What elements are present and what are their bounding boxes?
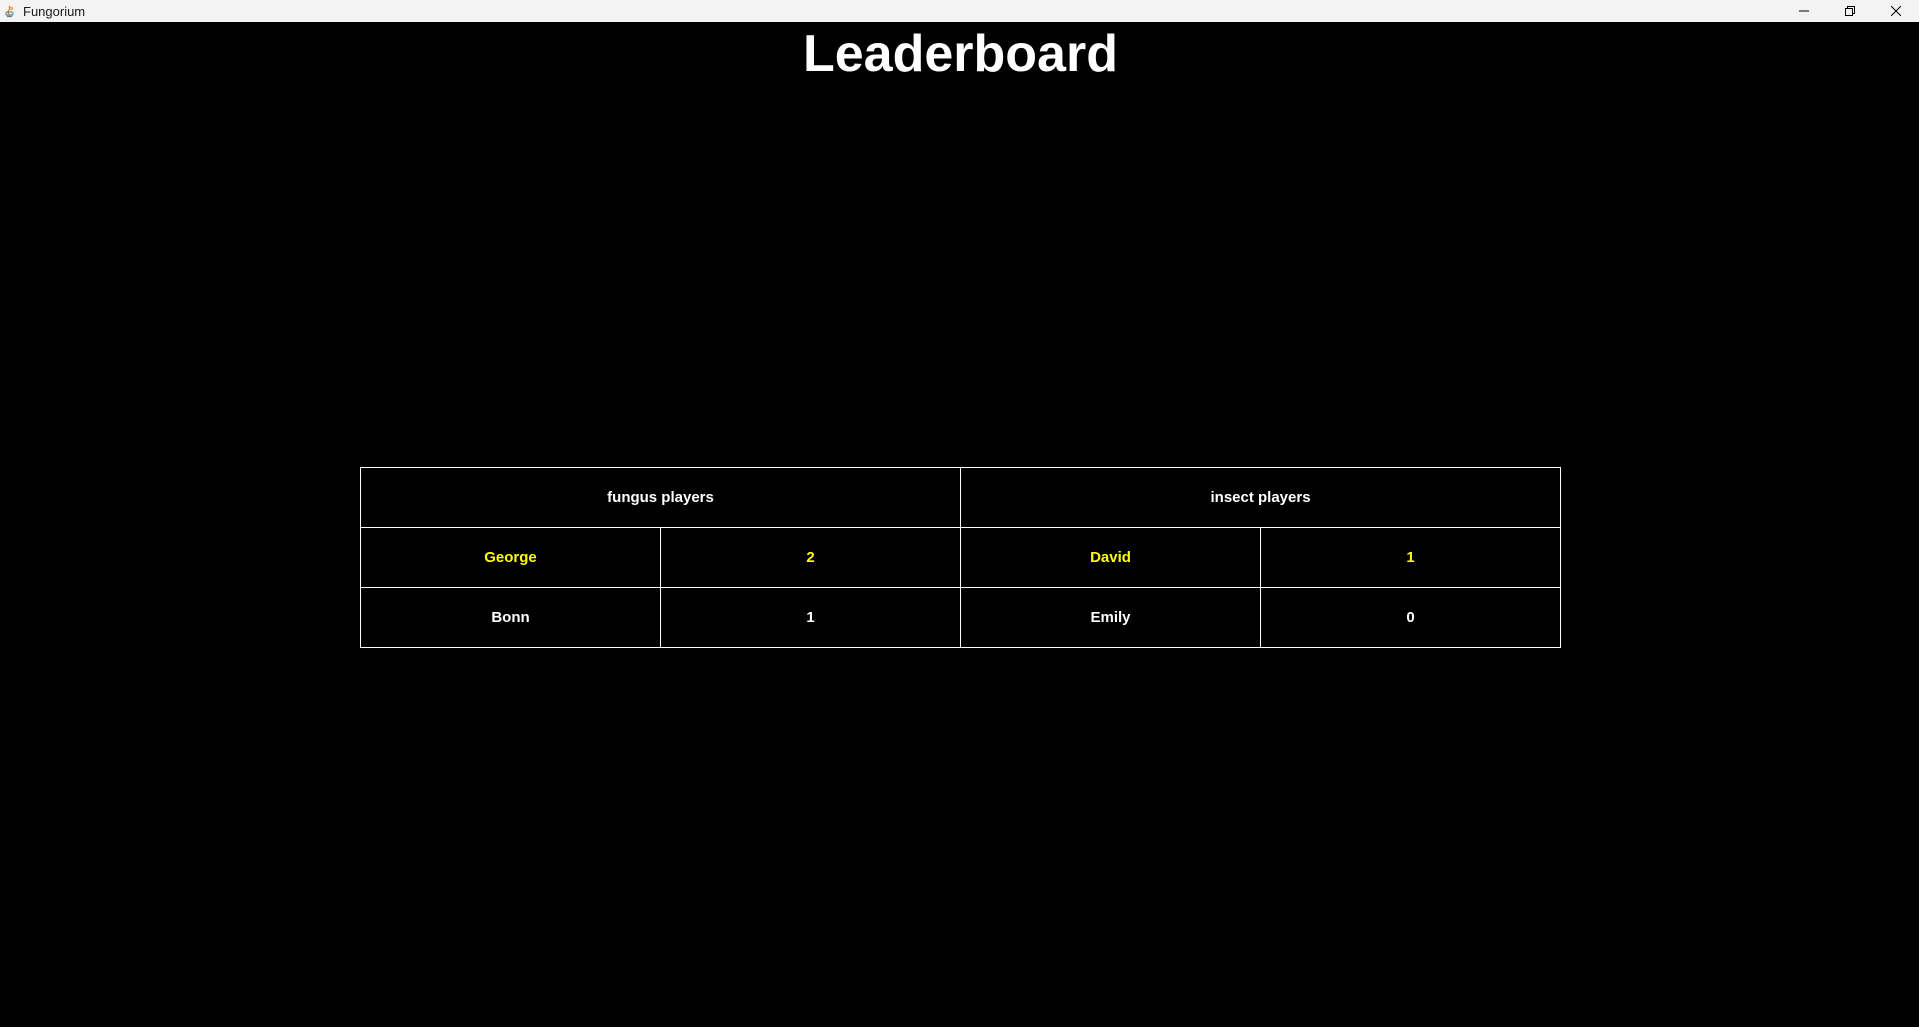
insect-player-name: Emily	[960, 587, 1262, 648]
restore-button[interactable]	[1827, 0, 1873, 22]
close-button[interactable]	[1873, 0, 1919, 22]
fungus-player-score: 2	[659, 527, 962, 588]
java-app-icon	[3, 4, 17, 18]
table-row: Bonn 1 Emily 0	[360, 587, 1562, 648]
window-controls	[1781, 0, 1919, 22]
fungus-player-score: 1	[659, 587, 962, 648]
page-title: Leaderboard	[803, 25, 1118, 83]
leaderboard-table: fungus players insect players George 2 D…	[359, 467, 1562, 648]
minimize-button[interactable]	[1781, 0, 1827, 22]
table-row: George 2 David 1	[360, 527, 1562, 588]
fungus-player-name: Bonn	[360, 587, 661, 648]
insect-players-header: insect players	[960, 467, 1562, 528]
table-header-row: fungus players insect players	[359, 467, 1562, 528]
restore-icon	[1845, 6, 1855, 16]
insect-player-score: 0	[1260, 587, 1562, 648]
close-icon	[1891, 6, 1901, 16]
main-content: Leaderboard fungus players insect player…	[0, 22, 1919, 1027]
fungus-players-header: fungus players	[359, 467, 962, 528]
window-title: Fungorium	[23, 3, 86, 19]
window-titlebar[interactable]: Fungorium	[0, 0, 1919, 22]
fungus-player-name: George	[360, 527, 661, 588]
insect-player-name: David	[960, 527, 1262, 588]
insect-player-score: 1	[1260, 527, 1562, 588]
minimize-icon	[1799, 10, 1809, 12]
